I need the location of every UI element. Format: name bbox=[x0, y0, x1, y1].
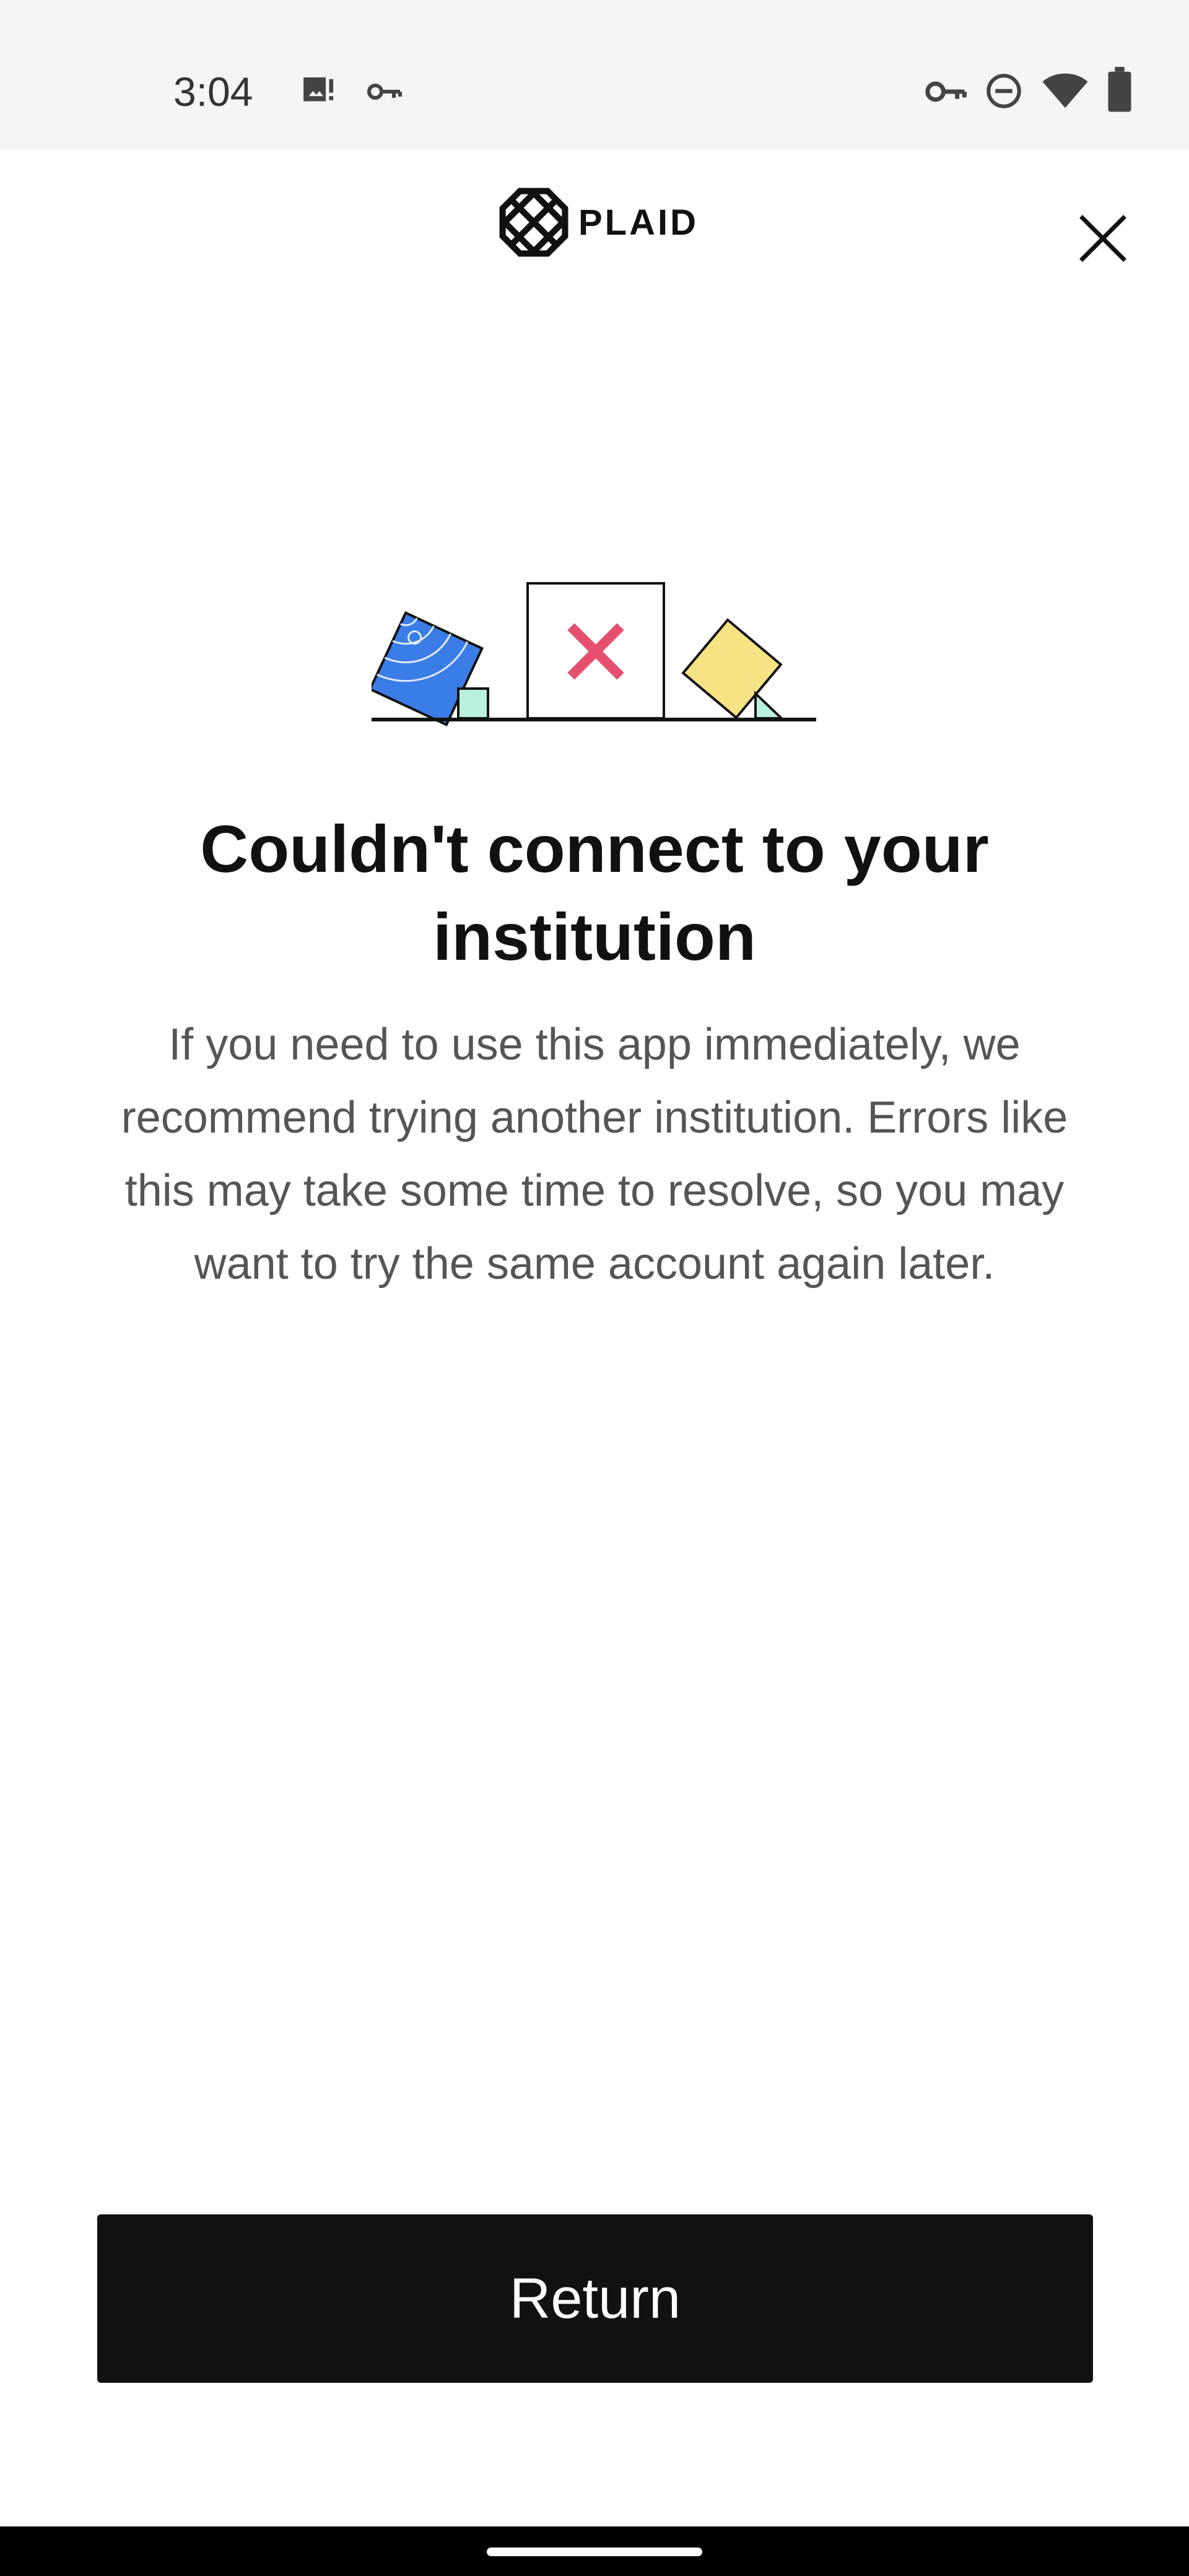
key-icon bbox=[367, 84, 402, 100]
error-illustration bbox=[372, 582, 816, 727]
screen: 3:04 PLAID Couldn't connect to your inst… bbox=[0, 0, 1189, 2576]
error-title: Couldn't connect to your institution bbox=[200, 811, 989, 974]
mint-triangle-shape bbox=[754, 690, 785, 720]
return-button[interactable]: Return bbox=[97, 2214, 1093, 2383]
wifi-icon bbox=[1042, 73, 1088, 108]
battery-icon bbox=[1108, 67, 1131, 112]
mint-square-shape bbox=[457, 687, 489, 720]
status-bar: 3:04 bbox=[0, 0, 1189, 150]
plaid-logo-text: PLAID bbox=[578, 202, 699, 243]
image-alert-icon bbox=[303, 77, 334, 102]
return-button-label: Return bbox=[509, 2266, 681, 2330]
close-icon bbox=[1079, 215, 1126, 262]
do-not-disturb-icon bbox=[986, 74, 1021, 108]
close-button[interactable] bbox=[1069, 204, 1137, 272]
home-gesture-handle[interactable] bbox=[487, 2548, 702, 2556]
plaid-logo: PLAID bbox=[499, 186, 699, 259]
status-time: 3:04 bbox=[173, 69, 253, 115]
vpn-key-icon bbox=[925, 81, 967, 102]
error-description: If you need to use this app immediately,… bbox=[121, 1020, 1068, 1289]
plaid-logo-icon bbox=[499, 188, 568, 257]
